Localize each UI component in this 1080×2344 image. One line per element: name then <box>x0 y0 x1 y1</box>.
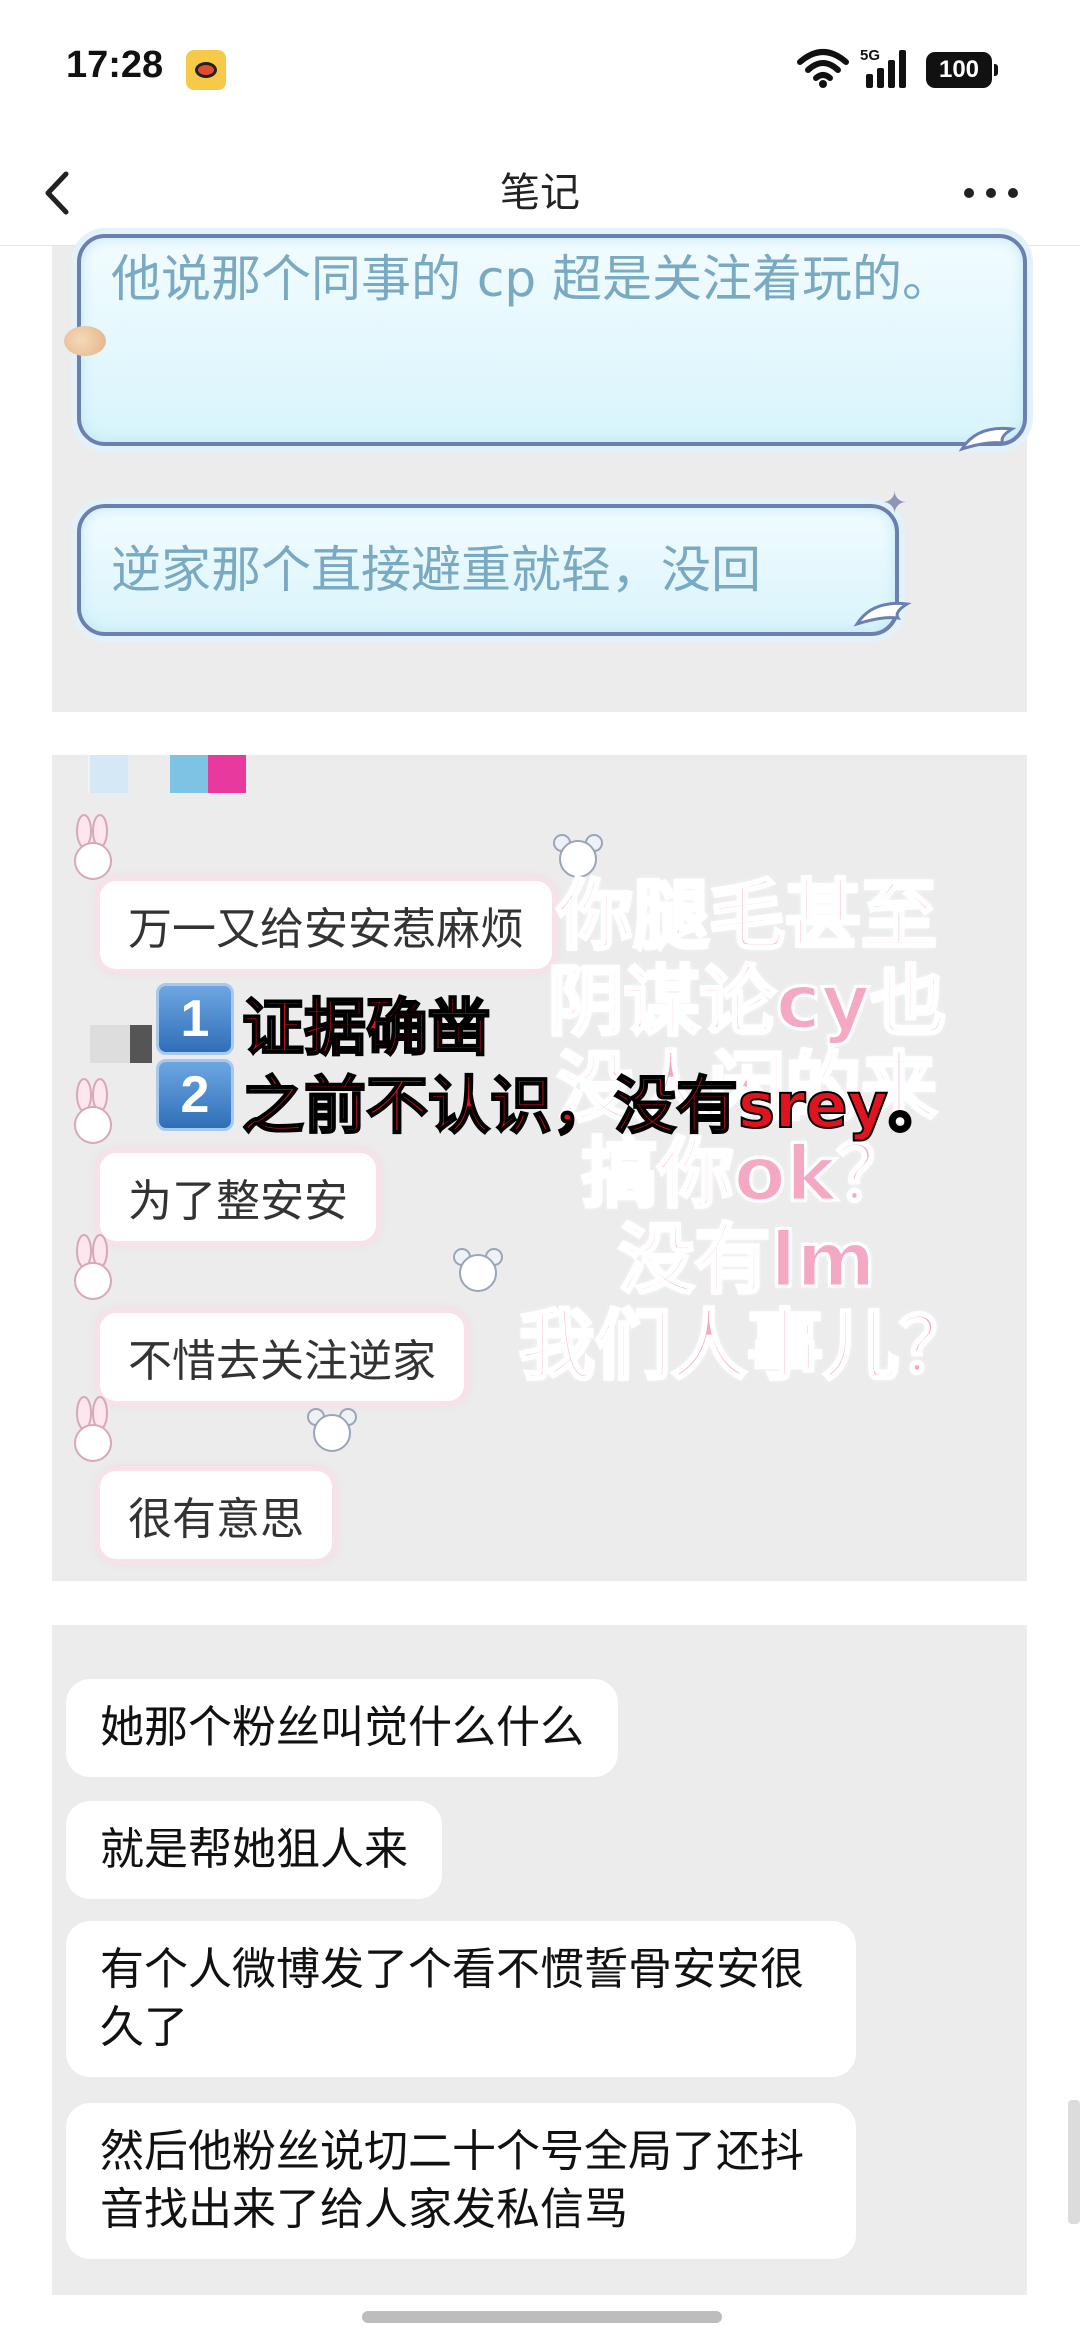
chat-message: 有个人微博发了个看不惯誓骨安安很久了 <box>66 1921 856 2077</box>
color-swatch <box>170 755 208 793</box>
pink-line: 我们人事儿？ <box>518 1301 977 1390</box>
wifi-icon <box>797 49 849 88</box>
status-bar: 17:28 5G 100 <box>0 0 1080 140</box>
page-title: 笔记 <box>500 170 580 216</box>
chat-bubble: 不惜去关注逆家 <box>100 1313 464 1401</box>
red-annotation-line: 之前不认识，没有srey。 <box>241 1068 951 1143</box>
bunny-icon <box>74 1396 112 1462</box>
framed-quote-bubble: 他说那个同事的 cp 超是关注着玩的。 <box>77 234 1027 446</box>
battery-icon: 100 <box>926 52 998 88</box>
scrollbar[interactable] <box>1068 2100 1080 2224</box>
red-annotation-line: 证据确凿 <box>241 990 491 1065</box>
status-time: 17:28 <box>66 44 164 86</box>
network-type-label: 5G <box>860 47 880 64</box>
redaction-block <box>90 1025 130 1063</box>
weibo-app-icon <box>186 50 226 90</box>
wing-icon <box>853 601 912 627</box>
keycap-1-icon: 1 <box>156 983 234 1055</box>
more-options-icon[interactable] <box>964 178 1018 208</box>
color-swatch <box>208 755 246 793</box>
chat-message: 她那个粉丝叫觉什么什么 <box>66 1679 618 1777</box>
color-swatch <box>90 755 128 793</box>
framed-quote-bubble: 逆家那个直接避重就轻，没回 <box>77 504 899 636</box>
keycap-2-icon: 2 <box>156 1059 234 1131</box>
image-panel-1: 他说那个同事的 cp 超是关注着玩的。 逆家那个直接避重就轻，没回 ✦ <box>52 234 1027 712</box>
nav-bar: 笔记 <box>0 140 1080 246</box>
bunny-icon <box>74 1078 112 1144</box>
cellular-signal-icon: 5G <box>860 47 906 88</box>
rose-icon <box>64 326 106 356</box>
wing-icon <box>958 426 1017 452</box>
pink-line: 没有lm <box>617 1215 877 1304</box>
bunny-icon <box>74 1234 112 1300</box>
pink-line: 阴谋论cy也 <box>546 957 948 1046</box>
bear-icon <box>307 1408 357 1452</box>
image-panel-3: 她那个粉丝叫觉什么什么 就是帮她狙人来 有个人微博发了个看不惯誓骨安安很久了 然… <box>52 1625 1027 2295</box>
image-panel-2: 万一又给安安惹麻烦 1 2 为了整安安 不惜去关注逆家 很有意思 你腿毛甚至 阴… <box>52 755 1027 1581</box>
sparkle-icon: ✦ <box>882 486 908 521</box>
bunny-icon <box>74 814 112 880</box>
chat-message: 就是帮她狙人来 <box>66 1801 442 1899</box>
pink-line: 你腿毛甚至 <box>556 871 939 960</box>
redaction-block <box>130 1025 152 1063</box>
home-indicator[interactable] <box>362 2311 722 2323</box>
chat-message: 然后他粉丝说切二十个号全局了还抖音找出来了给人家发私信骂 <box>66 2103 856 2259</box>
chat-bubble: 为了整安安 <box>100 1153 376 1241</box>
chat-bubble: 很有意思 <box>100 1471 332 1559</box>
